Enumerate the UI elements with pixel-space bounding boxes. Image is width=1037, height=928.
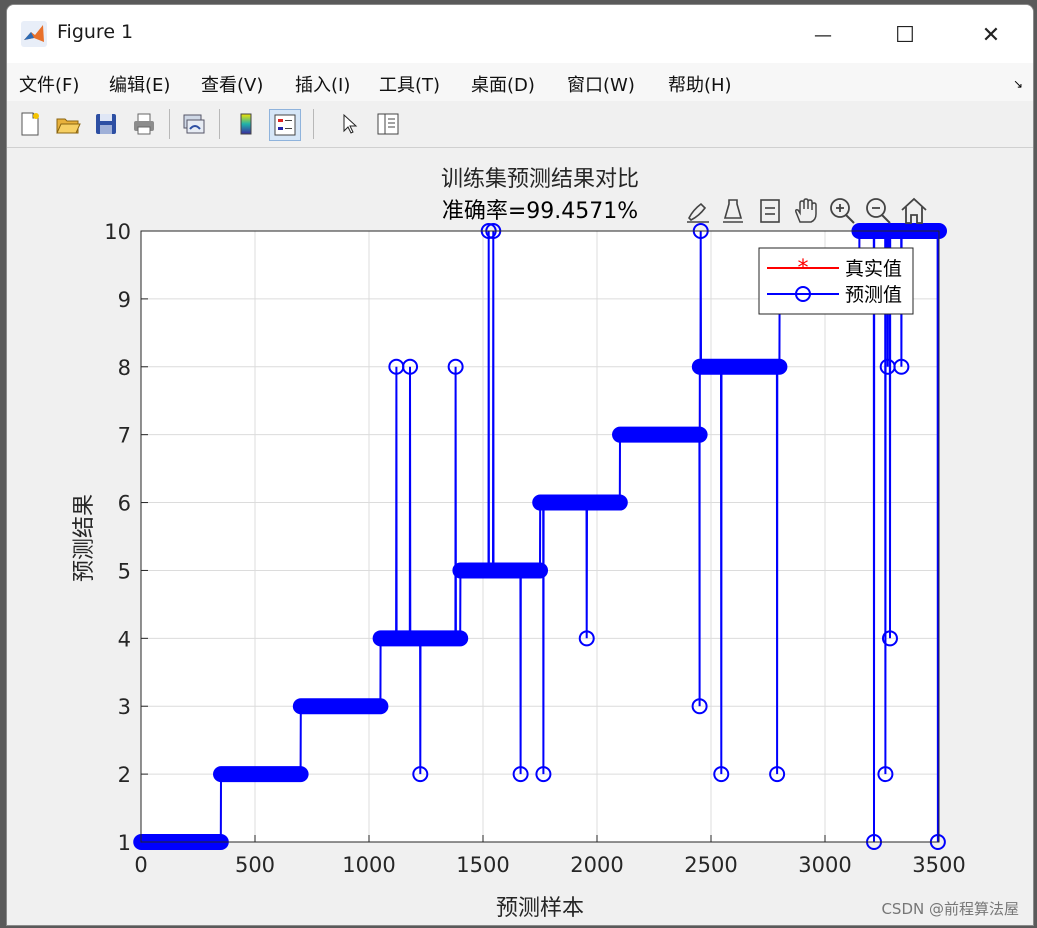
figure-window: Figure 1 — ☐ ✕ 文件(F) 编辑(E) 查看(V) 插入(I) 工… — [6, 4, 1034, 926]
x-tick-label: 500 — [235, 853, 275, 877]
x-tick-label: 1000 — [342, 853, 395, 877]
open-file-icon[interactable] — [53, 109, 83, 139]
chart-subtitle: 准确率=99.4571% — [442, 199, 638, 224]
y-tick-label: 10 — [104, 220, 131, 244]
close-button[interactable]: ✕ — [961, 15, 1021, 55]
y-tick-label: 4 — [118, 627, 131, 651]
close-icon: ✕ — [981, 22, 1001, 48]
save-icon[interactable] — [91, 109, 121, 139]
menu-overflow-icon[interactable]: ↘ — [1013, 77, 1023, 91]
x-tick-label: 3000 — [798, 853, 851, 877]
chart-title: 训练集预测结果对比 — [441, 167, 639, 192]
menu-desktop[interactable]: 桌面(D) — [471, 71, 535, 97]
new-figure-icon[interactable] — [15, 109, 45, 139]
x-tick-label: 2000 — [570, 853, 623, 877]
property-inspector-icon[interactable] — [373, 109, 403, 139]
toolbar-separator — [313, 109, 314, 139]
menu-file[interactable]: 文件(F) — [19, 71, 79, 97]
chart[interactable]: 0 500 1000 1500 2000 2500 3000 350012345678910 … — [7, 148, 1033, 925]
print-icon[interactable] — [129, 109, 159, 139]
axes-toolbar — [683, 196, 929, 226]
legend[interactable]: * 真实值 预测值 — [758, 247, 914, 315]
x-tick-label: 3500 — [912, 853, 965, 877]
data-cursor-icon[interactable] — [755, 196, 785, 226]
brush-icon[interactable] — [683, 196, 713, 226]
y-tick-label: 9 — [118, 288, 131, 312]
title-bar[interactable]: Figure 1 — ☐ ✕ — [7, 5, 1033, 63]
x-axis-label: 预测样本 — [496, 896, 584, 921]
menu-tools[interactable]: 工具(T) — [379, 71, 440, 97]
zoom-out-icon[interactable] — [863, 196, 893, 226]
x-tick-label: 1500 — [456, 853, 509, 877]
legend-label-true: 真实值 — [845, 258, 902, 280]
menu-window[interactable]: 窗口(W) — [567, 71, 635, 97]
home-icon[interactable] — [899, 196, 929, 226]
y-tick-label: 5 — [118, 559, 131, 583]
legend-icon[interactable] — [269, 109, 301, 141]
x-tick-label: 0 — [134, 853, 147, 877]
y-tick-label: 6 — [118, 492, 131, 516]
colorbar-icon[interactable] — [231, 109, 261, 139]
window-title: Figure 1 — [57, 21, 134, 43]
data-tips-icon[interactable] — [719, 196, 749, 226]
y-tick-label: 7 — [118, 424, 131, 448]
y-axis-label: 预测结果 — [72, 494, 97, 582]
pan-icon[interactable] — [791, 196, 821, 226]
y-tick-label: 2 — [118, 763, 131, 787]
y-tick-label: 1 — [118, 831, 131, 855]
y-tick-label: 8 — [118, 356, 131, 380]
menu-view[interactable]: 查看(V) — [201, 71, 263, 97]
legend-marker-true: * — [798, 256, 809, 281]
maximize-button[interactable]: ☐ — [875, 15, 935, 55]
menu-edit[interactable]: 编辑(E) — [109, 71, 170, 97]
toolbar-separator — [219, 109, 220, 139]
menu-help[interactable]: 帮助(H) — [668, 71, 732, 97]
menu-insert[interactable]: 插入(I) — [295, 71, 350, 97]
y-tick-label: 3 — [118, 695, 131, 719]
x-tick-label: 2500 — [684, 853, 737, 877]
legend-label-pred: 预测值 — [845, 284, 902, 306]
toolbar-separator — [169, 109, 170, 139]
matlab-icon — [21, 21, 47, 47]
minimize-icon: — — [814, 24, 832, 46]
pointer-icon[interactable] — [335, 109, 365, 139]
figure-toolbar — [7, 101, 1033, 148]
link-plot-icon[interactable] — [179, 109, 209, 139]
figure-canvas: 0 500 1000 1500 2000 2500 3000 3500 1 2 3 4 5 6 7 8 9 10 … — [7, 148, 1033, 925]
watermark-text: CSDN @前程算法屋 — [881, 900, 1019, 918]
zoom-in-icon[interactable] — [827, 196, 857, 226]
maximize-icon: ☐ — [895, 22, 915, 48]
menu-bar: 文件(F) 编辑(E) 查看(V) 插入(I) 工具(T) 桌面(D) 窗口(W… — [7, 63, 1033, 101]
minimize-button[interactable]: — — [793, 15, 853, 55]
